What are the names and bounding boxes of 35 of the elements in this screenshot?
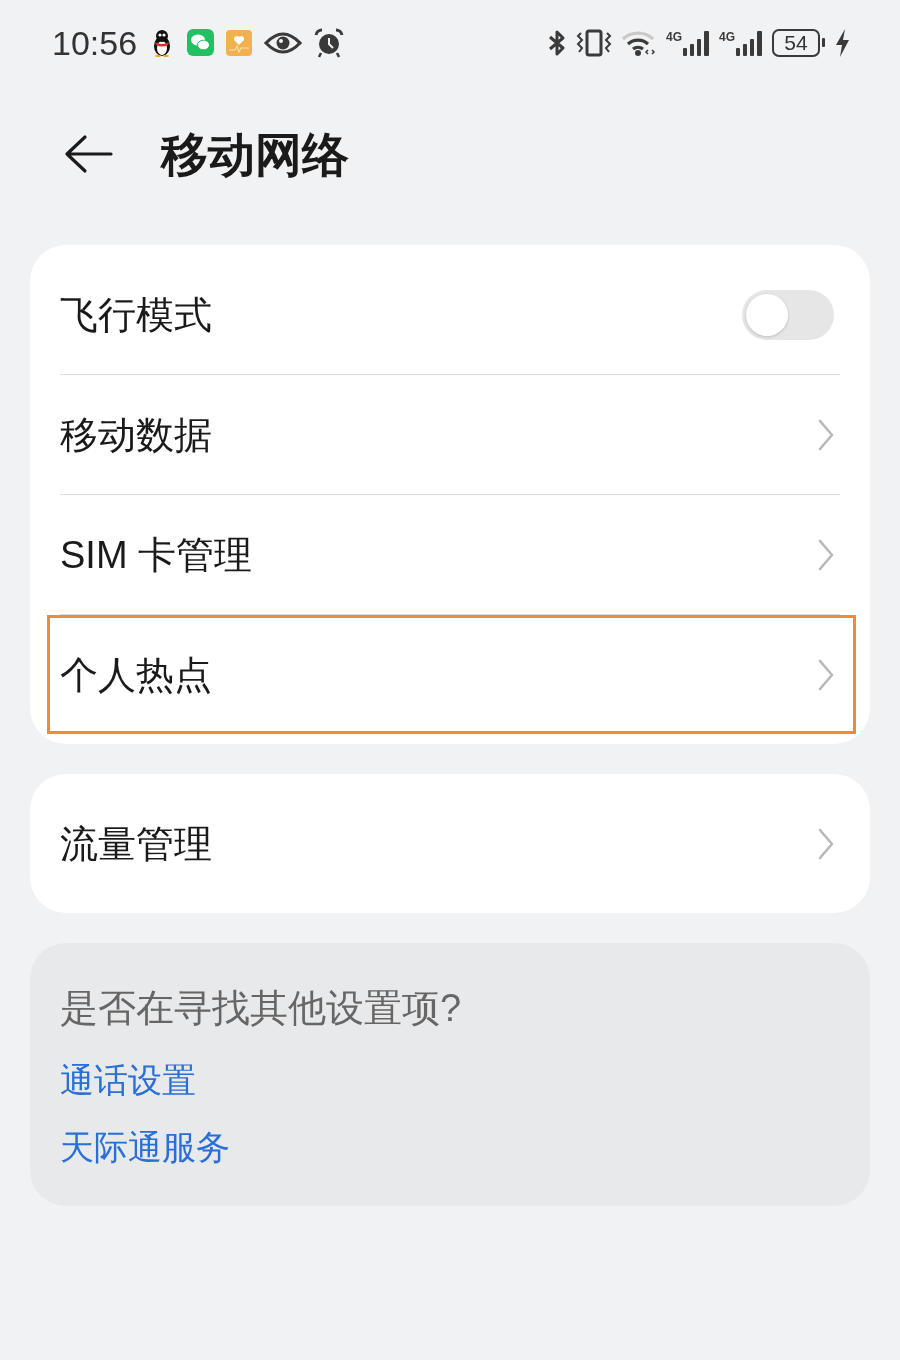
network-type-label: 4G	[665, 30, 682, 43]
settings-row[interactable]: SIM 卡管理	[47, 495, 856, 614]
signal-bars-icon	[683, 29, 710, 56]
bluetooth-icon	[546, 28, 567, 57]
signal-bars-icon	[736, 29, 763, 56]
battery-level-text: 54	[784, 32, 808, 53]
settings-row[interactable]: 飞行模式	[47, 255, 856, 374]
settings-row[interactable]: 个人热点	[47, 615, 856, 734]
row-label: 飞行模式	[60, 295, 212, 334]
status-time: 10:56	[52, 25, 138, 60]
settings-link[interactable]: 天际通服务	[60, 1130, 230, 1164]
battery-tip-icon	[822, 38, 825, 47]
charging-bolt-icon	[835, 28, 850, 57]
suggestions-title: 是否在寻找其他设置项?	[60, 989, 463, 1027]
toggle-switch[interactable]	[742, 289, 834, 340]
settings-row[interactable]: 移动数据	[47, 375, 856, 494]
row-label: 流量管理	[60, 824, 212, 863]
row-label: SIM 卡管理	[60, 535, 253, 574]
page-title: 移动网络	[161, 130, 349, 178]
chevron-right-icon	[818, 658, 834, 691]
settings-link[interactable]: 通话设置	[60, 1063, 196, 1097]
vibrate-icon	[575, 28, 612, 57]
row-label: 个人热点	[60, 655, 212, 694]
back-arrow-icon[interactable]	[63, 134, 113, 174]
settings-row[interactable]: 流量管理	[47, 784, 856, 903]
alarm-clock-icon	[314, 27, 345, 58]
eye-icon	[264, 30, 303, 55]
chevron-right-icon	[818, 418, 834, 451]
wifi-icon	[620, 29, 657, 56]
network-type-label: 4G	[719, 30, 735, 43]
heart-app-icon	[226, 29, 253, 56]
chevron-right-icon	[818, 538, 834, 571]
chat-bubbles-icon	[187, 29, 215, 56]
row-label: 移动数据	[60, 415, 212, 454]
chevron-right-icon	[818, 827, 834, 860]
